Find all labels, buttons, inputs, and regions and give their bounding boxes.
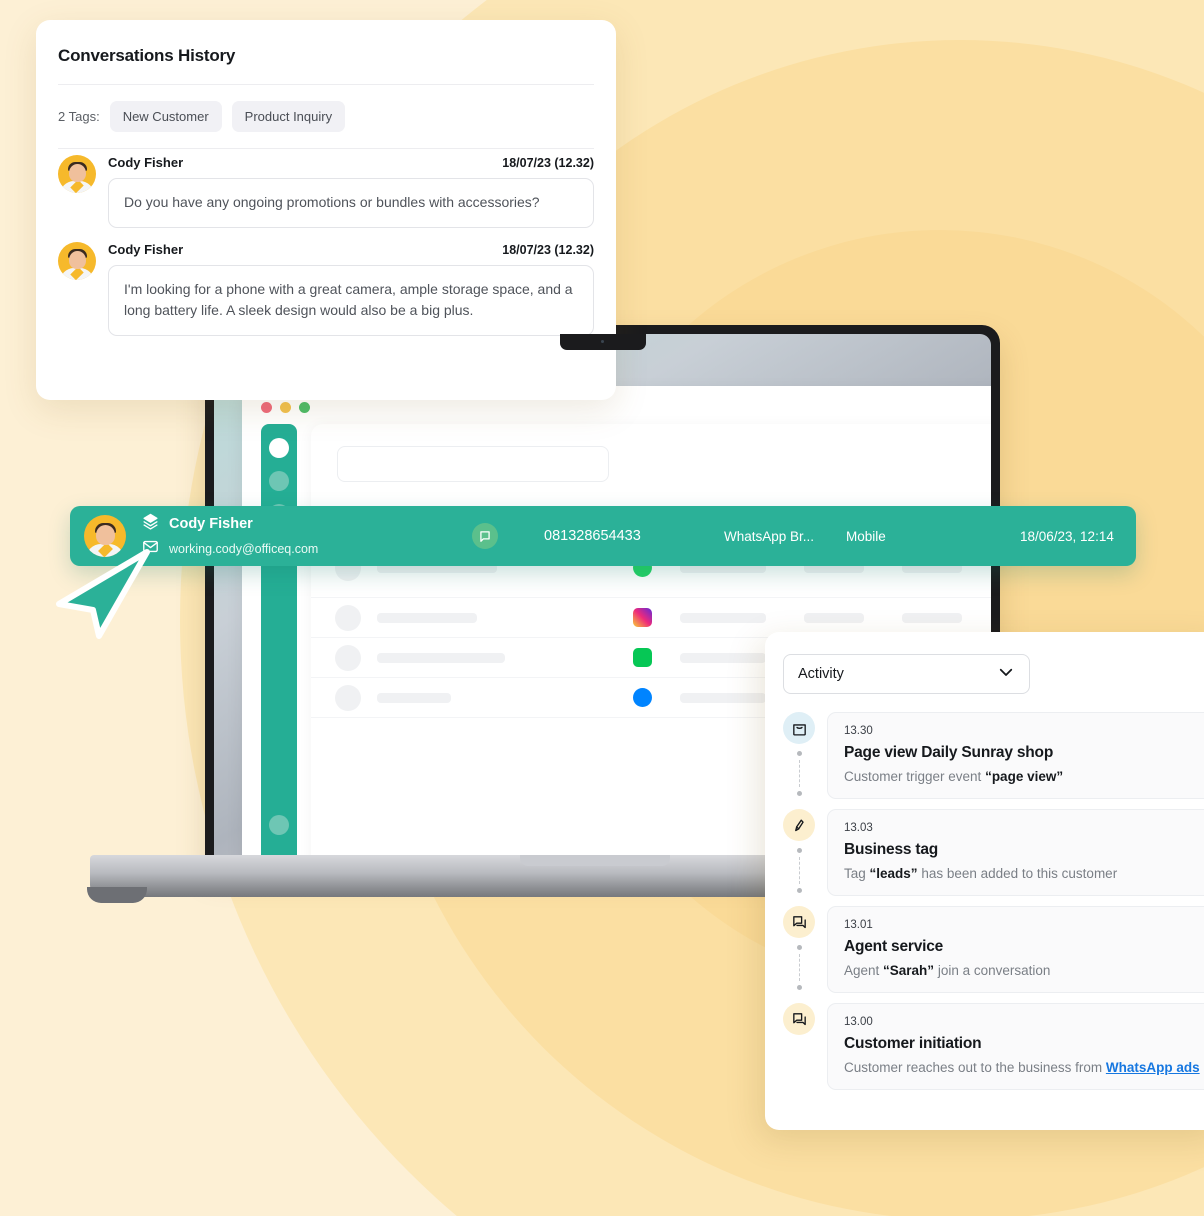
tag-product-inquiry[interactable]: Product Inquiry (231, 101, 346, 132)
avatar (335, 604, 361, 631)
message-list: Cody Fisher 18/07/23 (12.32) Do you have… (36, 149, 616, 337)
contact-identity: Cody Fisher working.cody@officeq.com (142, 513, 442, 560)
activity-timeline: 13.30 Page view Daily Sunray shop Custom… (783, 712, 1204, 1090)
minimize-button[interactable] (280, 402, 291, 413)
message-text: Do you have any ongoing promotions or bu… (108, 178, 594, 228)
activity-title: Page view Daily Sunray shop (844, 744, 1054, 761)
list-item[interactable]: 13.01 Agent service Agent “Sarah” join a… (783, 906, 1204, 993)
contact-name: Cody Fisher (169, 515, 253, 532)
desc-before: Tag (844, 866, 870, 881)
chat-bubbles-icon (783, 906, 815, 938)
activity-description: Customer reaches out to the business fro… (844, 1060, 1204, 1075)
poster-canvas: Conversations History 2 Tags: New Custom… (0, 0, 1204, 1216)
whatsapp-ads-link[interactable]: WhatsApp ads (1106, 1060, 1200, 1075)
contact-summary-bar[interactable]: Cody Fisher working.cody@officeq.com 081… (70, 506, 1136, 566)
maximize-button[interactable] (299, 402, 310, 413)
message-timestamp: 18/07/23 (12.32) (502, 242, 594, 257)
activity-card: 13.00 Customer initiation Customer reach… (827, 1003, 1204, 1090)
avatar (58, 241, 96, 280)
sidebar-item-settings[interactable] (269, 815, 289, 835)
activity-time: 13.00 (844, 1016, 873, 1028)
desc-after: join a conversation (934, 963, 1051, 978)
activity-time: 13.03 (844, 822, 873, 834)
shopping-bag-icon (783, 712, 815, 744)
activity-title: Business tag (844, 841, 939, 858)
chevron-down-icon (997, 663, 1015, 685)
tag-new-customer[interactable]: New Customer (109, 101, 222, 132)
search-input[interactable] (337, 446, 609, 482)
chat-bubbles-icon (783, 1003, 815, 1035)
app-sidebar-rail[interactable] (261, 424, 297, 865)
sidebar-item-2[interactable] (269, 471, 289, 491)
laptop-foot (87, 887, 147, 903)
desc-before: Agent (844, 963, 884, 978)
desc-before: Customer reaches out to the business fro… (844, 1060, 1106, 1075)
message-timestamp: 18/07/23 (12.32) (502, 156, 594, 170)
list-item[interactable]: 13.30 Page view Daily Sunray shop Custom… (783, 712, 1204, 799)
contact-phone: 081328654433 (544, 528, 641, 544)
avatar (335, 644, 361, 671)
contact-email: working.cody@officeq.com (169, 541, 319, 556)
desc-highlight: “page view” (985, 769, 1064, 784)
avatar (335, 684, 361, 711)
message-sender: Cody Fisher (108, 241, 184, 257)
avatar (58, 155, 96, 193)
activity-card: 13.01 Agent service Agent “Sarah” join a… (827, 906, 1204, 993)
page-title: Conversations History (58, 46, 236, 65)
list-item[interactable]: 13.03 Business tag Tag “leads” has been … (783, 809, 1204, 896)
message-sender: Cody Fisher (108, 155, 184, 170)
activity-description: Tag “leads” has been added to this custo… (844, 866, 1204, 881)
conversations-history-card: Conversations History 2 Tags: New Custom… (36, 20, 616, 400)
tags-count-label: 2 Tags: (58, 109, 100, 124)
activity-card: 13.30 Page view Daily Sunray shop Custom… (827, 712, 1204, 799)
desc-highlight: “leads” (869, 866, 918, 881)
tags-row: 2 Tags: New Customer Product Inquiry (36, 85, 616, 148)
activity-panel: Activity 13.30 Page view Daily Sunray sh… (765, 632, 1204, 1130)
desc-highlight: “Sarah” (883, 963, 935, 978)
list-item[interactable]: 13.00 Customer initiation Customer reach… (783, 1003, 1204, 1090)
whatsapp-icon (472, 523, 498, 549)
tag-icon (783, 809, 815, 841)
activity-type-select[interactable]: Activity (783, 654, 1030, 694)
cursor-pointer-icon (55, 548, 151, 640)
webcam-notch (559, 334, 646, 350)
contact-device: Mobile (846, 528, 886, 544)
layers-icon (142, 513, 159, 535)
desc-after: has been added to this customer (917, 866, 1118, 881)
activity-description: Customer trigger event “page view” (844, 769, 1204, 784)
activity-time: 13.01 (844, 919, 873, 931)
activity-description: Agent “Sarah” join a conversation (844, 963, 1204, 978)
contact-date: 18/06/23, 12:14 (1020, 528, 1114, 544)
sidebar-item-1[interactable] (269, 438, 289, 458)
activity-card: 13.03 Business tag Tag “leads” has been … (827, 809, 1204, 896)
activity-select-label: Activity (798, 666, 844, 682)
list-item: Cody Fisher 18/07/23 (12.32) Do you have… (58, 155, 594, 228)
activity-time: 13.30 (844, 725, 873, 737)
line-icon (633, 648, 652, 667)
activity-title: Agent service (844, 938, 944, 955)
desc-before: Customer trigger event (844, 769, 986, 784)
messenger-icon (633, 688, 652, 707)
message-text: I'm looking for a phone with a great cam… (108, 264, 594, 337)
instagram-icon (633, 608, 652, 627)
list-item: Cody Fisher 18/07/23 (12.32) I'm looking… (58, 241, 594, 337)
contact-source: WhatsApp Br... (724, 528, 815, 544)
activity-title: Customer initiation (844, 1035, 982, 1052)
close-button[interactable] (261, 402, 272, 413)
